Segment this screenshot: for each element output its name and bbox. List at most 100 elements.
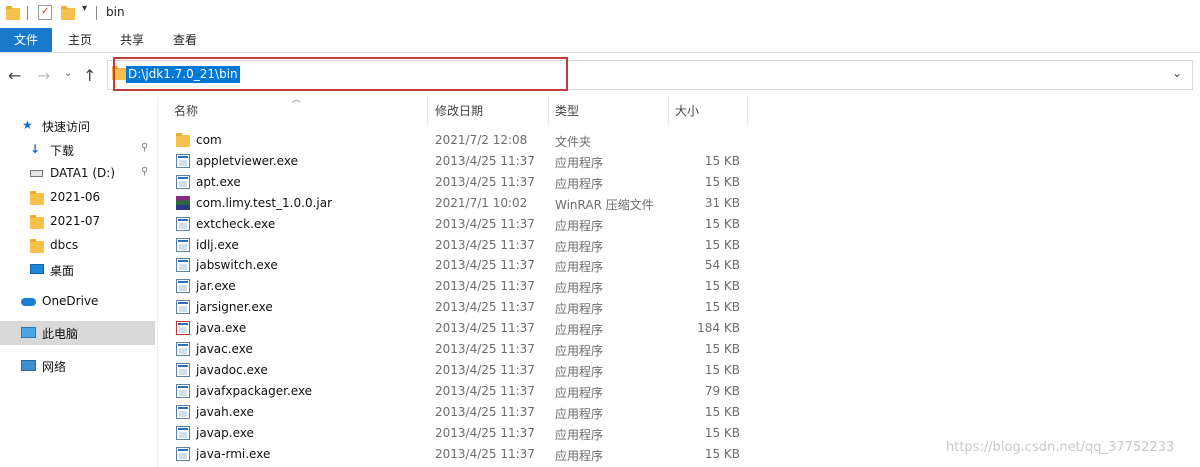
winrar-archive-icon [176,195,190,210]
divider [27,6,28,20]
highlight-box [113,57,568,91]
file-type: 应用程序 [555,176,604,191]
file-date: 2021/7/2 12:08 [435,133,528,147]
file-size: 15 KB [704,279,740,294]
file-name: com [196,133,222,147]
new-folder-icon[interactable] [61,6,75,20]
file-type: 应用程序 [555,427,604,442]
recent-locations-icon[interactable]: ⌄ [64,68,72,79]
column-size[interactable]: 大小 [669,97,748,125]
folder-icon [30,239,44,253]
file-row[interactable]: javah.exe 2013/4/25 11:37 应用程序 15 KB [168,402,748,423]
file-name: extcheck.exe [196,216,276,231]
file-date: 2013/4/25 11:37 [435,153,535,168]
sidebar-item-desktop[interactable]: 桌面 [0,258,155,282]
application-icon [176,425,190,440]
file-row[interactable]: javac.exe 2013/4/25 11:37 应用程序 15 KB [168,339,748,360]
sidebar-item-data1[interactable]: DATA1 (D:) ⚲ [0,162,155,186]
file-row[interactable]: jar.exe 2013/4/25 11:37 应用程序 15 KB [168,276,748,297]
back-arrow-icon[interactable]: ← [8,66,21,85]
sidebar-item-label: DATA1 (D:) [50,166,116,180]
file-size: 54 KB [704,258,740,273]
desktop-icon [30,264,44,274]
file-row[interactable]: com 2021/7/2 12:08 文件夹 [168,130,748,151]
column-type[interactable]: 类型 [549,97,669,125]
sidebar-item-label: 下载 [50,144,75,158]
download-icon: ↓ [30,142,41,156]
sidebar-item-2021-06[interactable]: 2021-06 [0,186,155,210]
sidebar-item-label: OneDrive [42,294,99,308]
file-row[interactable]: extcheck.exe 2013/4/25 11:37 应用程序 15 KB [168,214,748,235]
up-arrow-icon[interactable]: ↑ [83,66,96,85]
file-type: 应用程序 [555,385,604,400]
pin-icon: ⚲ [141,166,149,177]
sidebar-item-onedrive[interactable]: OneDrive [0,290,155,314]
cloud-icon [21,298,36,306]
sidebar-item-quick-access[interactable]: ★ 快速访问 [0,114,155,138]
chevron-down-icon[interactable]: ⌄ [1172,66,1182,80]
application-icon [176,362,190,377]
file-type: 应用程序 [555,364,604,379]
file-row[interactable]: apt.exe 2013/4/25 11:37 应用程序 15 KB [168,172,748,193]
file-type: 应用程序 [555,448,604,463]
folder-icon [30,215,44,229]
sidebar-item-dbcs[interactable]: dbcs [0,234,155,258]
application-icon [176,174,190,189]
tab-share[interactable]: 共享 [110,28,154,52]
file-row[interactable]: idlj.exe 2013/4/25 11:37 应用程序 15 KB [168,235,748,256]
file-size: 184 KB [697,321,740,336]
file-date: 2021/7/1 10:02 [435,195,528,210]
window-title: bin [106,5,125,19]
application-icon [176,153,190,168]
file-row[interactable]: appletviewer.exe 2013/4/25 11:37 应用程序 15 KB [168,151,748,172]
file-type: 应用程序 [555,406,604,421]
sort-ascending-icon: ︿ [292,95,302,105]
file-row[interactable]: javafxpackager.exe 2013/4/25 11:37 应用程序 79 … [168,381,748,402]
sidebar-item-network[interactable]: 网络 [0,354,155,378]
file-name: jabswitch.exe [196,258,278,273]
file-row[interactable]: javap.exe 2013/4/25 11:37 应用程序 15 KB [168,423,748,444]
file-name: java.exe [196,321,247,336]
forward-arrow-icon[interactable]: → [37,66,50,85]
star-icon: ★ [22,118,33,132]
tab-home[interactable]: 主页 [58,28,102,52]
file-row[interactable]: com.limy.test_1.0.0.jar 2021/7/1 10:02 Win… [168,193,748,214]
file-type: 应用程序 [555,260,604,275]
application-icon [176,279,190,294]
file-date: 2013/4/25 11:37 [435,237,535,252]
file-date: 2013/4/25 11:37 [435,321,535,336]
file-name: javac.exe [196,342,253,356]
sidebar-item-label: dbcs [50,238,79,252]
customize-quick-access-icon[interactable]: ▾ [82,3,87,14]
application-icon [176,300,190,315]
file-size: 15 KB [704,237,740,252]
properties-icon[interactable]: ✓ [38,5,52,20]
file-date: 2013/4/25 11:37 [435,446,535,461]
file-date: 2013/4/25 11:37 [435,404,535,419]
tab-file[interactable]: 文件 [0,28,52,52]
file-size: 15 KB [704,300,740,315]
file-row[interactable]: javadoc.exe 2013/4/25 11:37 应用程序 15 KB [168,360,748,381]
tab-view[interactable]: 查看 [163,28,207,52]
file-row[interactable]: jabswitch.exe 2013/4/25 11:37 应用程序 54 KB [168,255,748,276]
file-row[interactable]: java.exe 2013/4/25 11:37 应用程序 184 KB [168,318,748,339]
pane-divider[interactable] [157,97,158,467]
file-name: javap.exe [196,425,254,440]
sidebar-item-2021-07[interactable]: 2021-07 [0,210,155,234]
sidebar-item-downloads[interactable]: ↓ 下载 ⚲ [0,138,155,162]
application-icon [176,404,190,419]
file-type: 应用程序 [555,302,604,317]
file-row[interactable]: java-rmi.exe 2013/4/25 11:37 应用程序 15 KB [168,444,748,465]
file-type: 应用程序 [555,323,604,338]
file-row[interactable]: jarsigner.exe 2013/4/25 11:37 应用程序 15 KB [168,297,748,318]
file-type: 应用程序 [555,239,604,254]
file-date: 2013/4/25 11:37 [435,279,535,294]
file-name: javafxpackager.exe [196,383,313,398]
folder-icon [6,6,20,20]
java-icon [176,321,190,336]
file-type: WinRAR 压缩文件 [555,197,654,212]
file-size: 31 KB [704,195,740,210]
column-date[interactable]: 修改日期 [429,97,549,125]
sidebar-item-this-pc[interactable]: 此电脑 [0,321,155,345]
application-icon [176,342,190,356]
